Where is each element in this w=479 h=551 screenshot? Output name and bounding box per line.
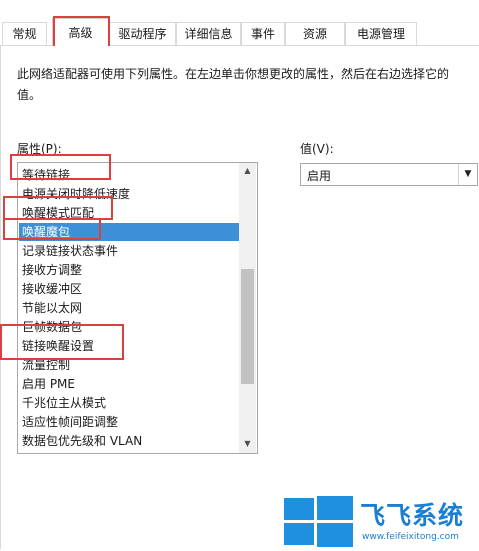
- list-item-adaptive-inter-frame-spacing[interactable]: 适应性帧间距调整: [22, 413, 237, 431]
- arrow-down-icon[interactable]: ▼: [239, 437, 256, 451]
- annotation-box-wait-for-link: [10, 154, 111, 180]
- list-item-receive-side-scaling[interactable]: 接收方调整: [22, 261, 237, 279]
- list-item-log-link-state-event[interactable]: 记录链接状态事件: [22, 242, 237, 260]
- value-dropdown-selected: 启用: [307, 169, 332, 183]
- tab-resources[interactable]: 资源: [285, 22, 345, 45]
- tab-events[interactable]: 事件: [241, 22, 285, 45]
- description-text: 此网络适配器可使用下列属性。在左边单击你想更改的属性，然后在右边选择它的值。: [17, 67, 450, 102]
- annotation-box-wake-on-link: [0, 324, 124, 360]
- chevron-down-icon[interactable]: ▼: [458, 164, 477, 185]
- arrow-up-icon[interactable]: ▲: [239, 164, 256, 178]
- watermark-url: www.feifeixitong.com: [362, 532, 459, 542]
- list-item-enable-pme[interactable]: 启用 PME: [22, 375, 237, 393]
- list-item-packet-priority-vlan[interactable]: 数据包优先级和 VLAN: [22, 432, 237, 450]
- tab-power-management[interactable]: 电源管理: [345, 22, 417, 45]
- list-item-gigabit-master-slave-mode[interactable]: 千兆位主从模式: [22, 394, 237, 412]
- annotation-box-advanced-tab: [53, 16, 110, 49]
- scrollbar-thumb[interactable]: [241, 269, 254, 384]
- watermark-brand: 飞飞系统: [360, 501, 465, 530]
- value-label: 值(V):: [300, 142, 334, 156]
- annotation-box-wake-magic-packet: [3, 218, 101, 240]
- tab-general[interactable]: 常规: [2, 22, 47, 45]
- tab-details[interactable]: 详细信息: [176, 22, 241, 45]
- annotation-box-wake-pattern-match: [3, 196, 113, 220]
- list-item-energy-efficient-ethernet[interactable]: 节能以太网: [22, 299, 237, 317]
- list-item-receive-buffers[interactable]: 接收缓冲区: [22, 280, 237, 298]
- tab-driver[interactable]: 驱动程序: [109, 22, 176, 45]
- watermark-logo: 飞飞系统 www.feifeixitong.com: [282, 494, 478, 548]
